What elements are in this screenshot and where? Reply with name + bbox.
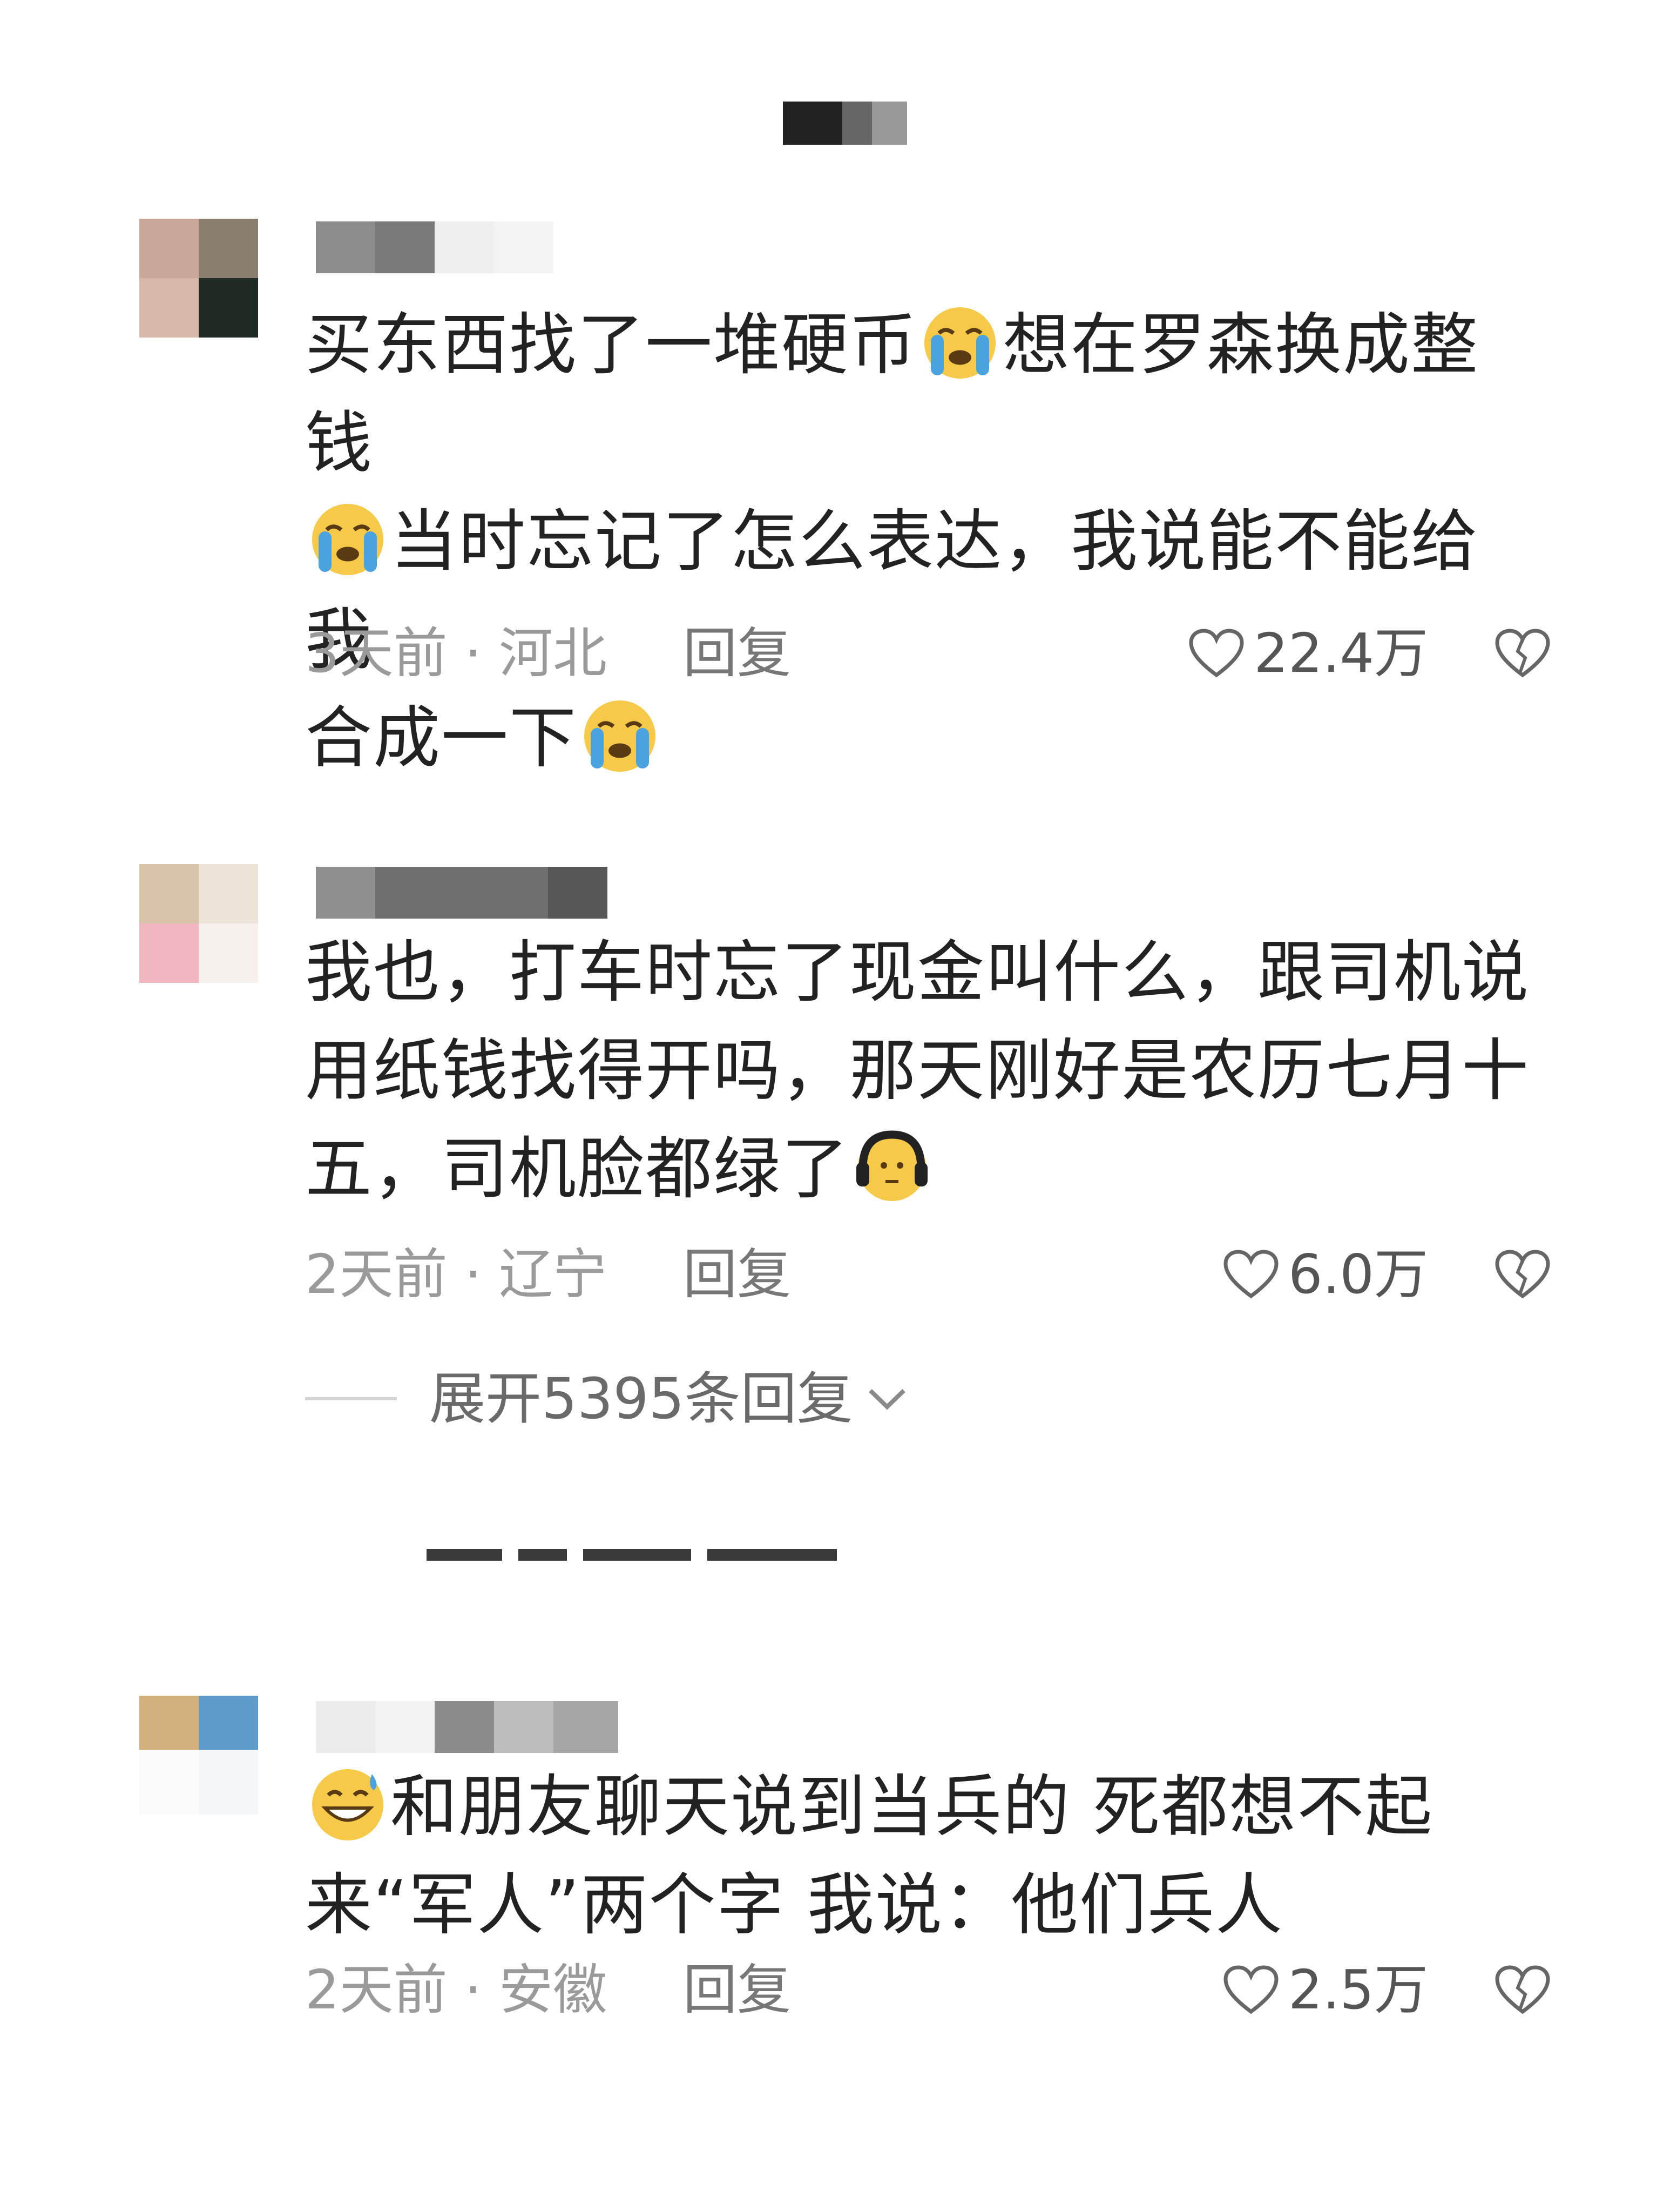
top-title-redacted xyxy=(783,102,907,145)
headphone-face-emoji-icon xyxy=(851,1125,932,1206)
cropped-expand-row-fragment xyxy=(427,1539,848,1561)
comment-text-segment: 和朋友聊天说到当兵的 死都想不起来“军人”两个字 我说：他们兵人 xyxy=(305,1768,1433,1944)
comment-text-segment: 合成一下 xyxy=(305,699,578,777)
heart-icon xyxy=(1223,1965,1279,2014)
like-button[interactable]: 22.4万 xyxy=(1187,621,1428,686)
broken-heart-icon[interactable] xyxy=(1493,626,1552,680)
like-button[interactable]: 6.0万 xyxy=(1221,1242,1428,1307)
username-redacted[interactable] xyxy=(316,867,607,919)
reply-button[interactable]: 回复 xyxy=(683,1958,791,2022)
loudly-crying-face-emoji-icon xyxy=(579,694,660,775)
loudly-crying-face-emoji-icon xyxy=(307,497,388,578)
expand-divider-line xyxy=(305,1397,397,1400)
like-count: 6.0万 xyxy=(1288,1243,1428,1306)
avatar[interactable] xyxy=(139,1696,258,1815)
time-location: 3天前 · 河北 xyxy=(305,622,607,685)
time-location: 2天前 · 安徽 xyxy=(305,1958,607,2021)
avatar[interactable] xyxy=(139,864,258,983)
loudly-crying-face-emoji-icon xyxy=(919,301,1000,382)
comment-text: 买东西找了一堆硬币 想在罗森换成整钱 当时忘记了怎么表达，我说能不能给我 合成一下 xyxy=(305,296,1541,787)
comment-meta: 3天前 · 河北 回复 22.4万 xyxy=(305,621,1552,686)
time-location: 2天前 · 辽宁 xyxy=(305,1243,607,1306)
expand-replies-label: 展开5395条回复 xyxy=(429,1366,853,1432)
broken-heart-icon[interactable] xyxy=(1493,1247,1552,1301)
like-button[interactable]: 2.5万 xyxy=(1221,1958,1428,2022)
like-count: 22.4万 xyxy=(1254,622,1428,685)
heart-icon xyxy=(1223,1250,1279,1299)
reply-button[interactable]: 回复 xyxy=(683,1242,791,1307)
comment-text: 和朋友聊天说到当兵的 死都想不起来“军人”两个字 我说：他们兵人 xyxy=(305,1758,1547,1954)
avatar[interactable] xyxy=(139,219,258,338)
username-redacted[interactable] xyxy=(316,1701,618,1753)
broken-heart-icon[interactable] xyxy=(1493,1963,1552,2017)
heart-icon xyxy=(1189,629,1244,678)
chevron-down-icon xyxy=(868,1389,905,1410)
comment-text: 我也，打车时忘了现金叫什么，跟司机说用纸钱找得开吗，那天刚好是农历七月十五，司机… xyxy=(305,923,1536,1218)
comment-meta: 2天前 · 安徽 回复 2.5万 xyxy=(305,1958,1552,2022)
username-redacted[interactable] xyxy=(316,221,618,273)
comment-meta: 2天前 · 辽宁 回复 6.0万 xyxy=(305,1242,1552,1307)
comment-text-segment: 买东西找了一堆硬币 xyxy=(305,306,918,384)
like-count: 2.5万 xyxy=(1288,1958,1428,2021)
reply-button[interactable]: 回复 xyxy=(683,621,791,686)
expand-replies-button[interactable]: 展开5395条回复 xyxy=(305,1364,911,1434)
grinning-sweat-face-emoji-icon xyxy=(307,1763,388,1844)
